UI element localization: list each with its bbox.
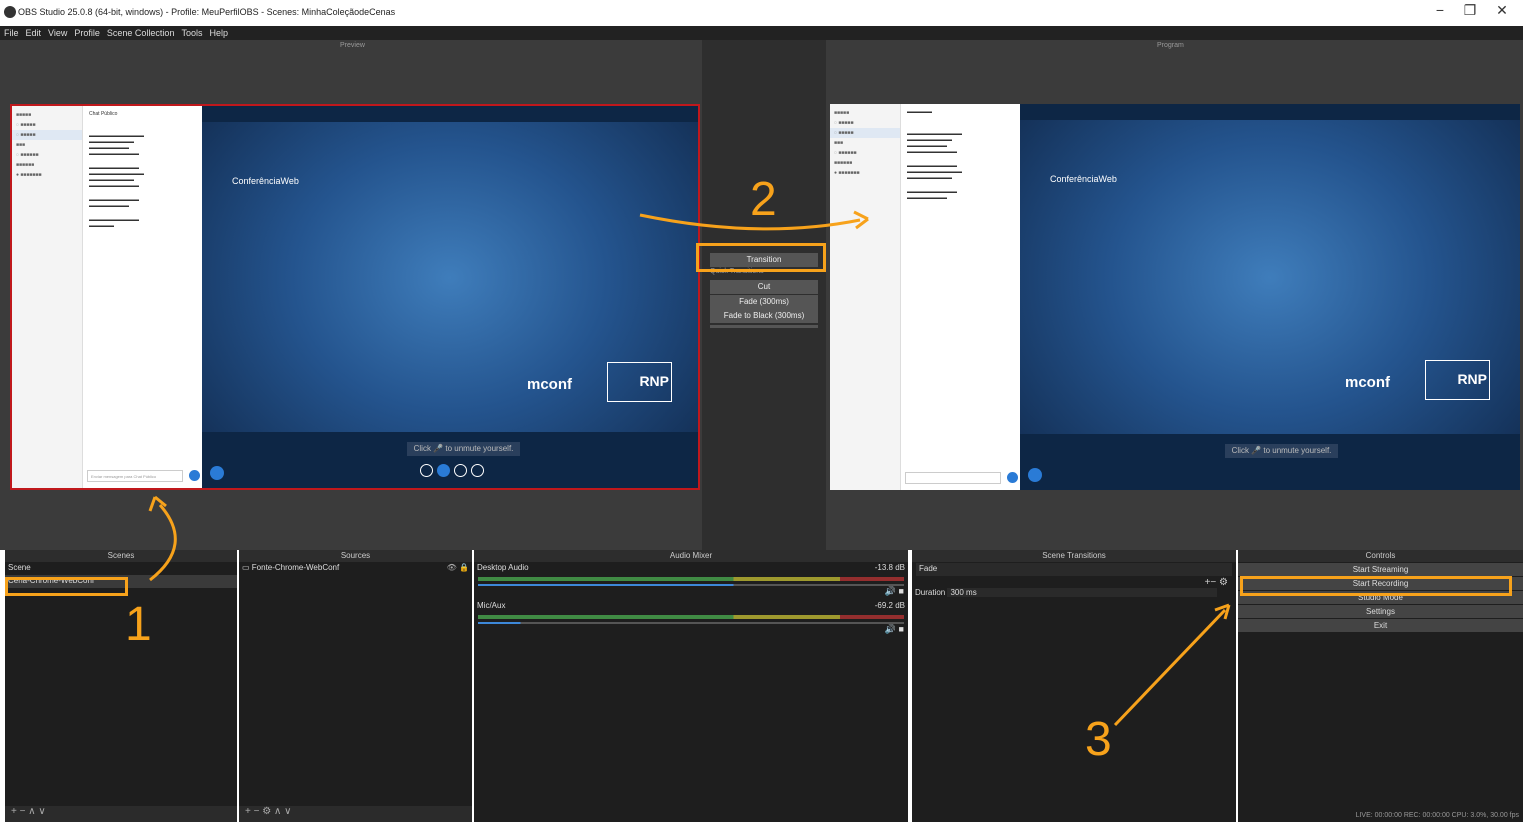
highlight-transition [696,243,826,272]
scene-item[interactable]: Scene [5,562,237,575]
desktop-audio-meter [478,577,904,581]
start-streaming-button[interactable]: Start Streaming [1238,563,1523,576]
program-conference-chat: ▬▬▬▬▬ ▬▬▬▬▬▬▬▬▬▬▬ ▬▬▬▬▬▬▬▬▬ ▬▬▬▬▬▬▬▬ ▬▬▬▬▬▬… [900,104,1020,490]
program-label: Program [1157,42,1184,49]
plus-icon[interactable] [210,466,224,480]
minimize-button[interactable]: − [1425,2,1455,18]
desktop-audio-mute-icon[interactable]: 🔊 ■ [474,586,908,600]
settings-button[interactable]: Settings [1238,605,1523,618]
menu-profile[interactable]: Profile [70,26,103,38]
audio-mixer-title: Audio Mixer [474,550,908,562]
chat-title: Chat Público [89,111,118,117]
rnp-logo: RNP [607,362,672,402]
visibility-lock-icons[interactable]: 👁 🔒 [447,563,469,572]
mic-aux-mute-icon[interactable]: 🔊 ■ [474,624,908,638]
highlight-scene [5,577,128,596]
duration-row: Duration 300 ms [912,587,1236,600]
unmute-hint: Click 🎤 to unmute yourself. [407,442,520,456]
sources-toolbar[interactable]: + − ⚙ ∧ ∨ [239,806,472,822]
transition-select[interactable]: Fade [916,563,1232,576]
menu-file[interactable]: File [0,26,22,38]
conference-chat-panel: Chat Público ▬▬▬▬▬▬▬▬▬▬▬ ▬▬▬▬▬▬▬▬▬ ▬▬▬▬▬▬▬… [82,106,202,488]
sources-title: Sources [239,550,472,562]
chat-input[interactable]: Enviar mensagem para Chat Público [87,470,183,482]
quick-transition-fade[interactable]: Fade (300ms) [710,295,818,309]
scene-transitions-dock: Scene Transitions Fade +− ⚙ Duration 300… [912,550,1236,822]
menu-help[interactable]: Help [205,26,231,38]
menu-view[interactable]: View [44,26,70,38]
annotation-number-1: 1 [125,598,152,651]
mconf-logo: mconf [527,376,572,393]
maximize-button[interactable]: ❐ [1455,2,1485,19]
mic-icon[interactable] [420,464,433,477]
menu-edit[interactable]: Edit [22,26,45,38]
quick-transition-cut[interactable]: Cut [710,280,818,294]
audio-mixer-dock: Audio Mixer Desktop Audio -13.8 dB 🔊 ■ M… [474,550,908,822]
desktop-audio-volume-slider[interactable] [478,584,904,586]
program-send-icon [1007,472,1018,483]
program-unmute-hint: Click 🎤 to unmute yourself. [1225,444,1338,458]
sources-dock: Sources ▭ Fonte-Chrome-WebConf 👁 🔒 + − ⚙… [239,550,472,822]
preview-label: Preview [340,42,365,49]
conference-sidebar: ■■■■■ ◌ ■■■■■ ◌ ■■■■■ ■■■ ◌ ■■■■■■ ■■■■■… [12,106,82,488]
scene-transitions-title: Scene Transitions [912,550,1236,562]
status-bar: LIVE: 00:00:00 REC: 00:00:00 CPU: 3.0%, … [1355,812,1519,819]
mixer-channel-desktop-audio: Desktop Audio -13.8 dB [477,563,905,572]
mic-aux-meter [478,615,904,619]
program-mconf-logo: mconf [1345,374,1390,391]
program-rnp-logo: RNP [1425,360,1490,400]
program-canvas: ■■■■■ ◌ ■■■■■ ◌ ■■■■■ ■■■ ◌ ■■■■■■ ■■■■■… [830,104,1520,490]
duration-input[interactable]: 300 ms [947,588,1218,597]
window-title: OBS Studio 25.0.8 (64-bit, windows) - Pr… [18,7,396,17]
preview-canvas[interactable]: ■■■■■ ◌ ■■■■■ ◌ ■■■■■ ■■■ ◌ ■■■■■■ ■■■■■… [10,104,700,490]
transition-slider[interactable] [710,325,818,328]
conference-main: ConferênciaWeb mconf RNP Click 🎤 to unmu… [202,106,698,488]
quick-transition-fade-to-black[interactable]: Fade to Black (300ms) [710,309,818,323]
transition-add-remove-icons[interactable]: +− ⚙ [912,577,1236,588]
camera-icon[interactable] [454,464,467,477]
studio-mode-area: Preview Program ■■■■■ ◌ ■■■■■ ◌ ■■■■■ ■■… [0,40,1523,550]
transition-panel: Transition Quick Transitions Cut Fade (3… [702,40,826,550]
source-item[interactable]: ▭ Fonte-Chrome-WebConf 👁 🔒 [239,562,472,575]
annotation-number-3: 3 [1085,713,1112,766]
scenes-title: Scenes [5,550,237,562]
obs-logo-icon [4,6,16,18]
highlight-start-recording [1240,576,1512,596]
screenshare-icon[interactable] [471,464,484,477]
exit-button[interactable]: Exit [1238,619,1523,632]
menu-bar: File Edit View Profile Scene Collection Tools… [0,26,1523,40]
controls-title: Controls [1238,550,1523,562]
source-type-icon: ▭ [242,563,252,572]
scenes-toolbar[interactable]: + − ∧ ∨ [5,806,237,822]
mic-aux-volume-slider[interactable] [478,622,904,624]
conferenceweb-logo: ConferênciaWeb [232,176,299,186]
program-conference-main: ConferênciaWeb mconf RNP Click 🎤 to unmu… [1020,104,1520,490]
program-conferenceweb-logo: ConferênciaWeb [1050,174,1117,184]
program-plus-icon [1028,468,1042,482]
program-conference-sidebar: ■■■■■ ◌ ■■■■■ ◌ ■■■■■ ■■■ ◌ ■■■■■■ ■■■■■… [830,104,900,490]
menu-tools[interactable]: Tools [177,26,205,38]
annotation-number-2: 2 [750,173,777,226]
menu-scene-collection[interactable]: Scene Collection [103,26,178,38]
phone-icon[interactable] [437,464,450,477]
title-bar: OBS Studio 25.0.8 (64-bit, windows) - Pr… [0,0,1523,25]
mixer-channel-mic-aux: Mic/Aux -69.2 dB [477,601,905,610]
close-button[interactable]: ✕ [1487,2,1517,19]
send-icon[interactable] [189,470,200,481]
